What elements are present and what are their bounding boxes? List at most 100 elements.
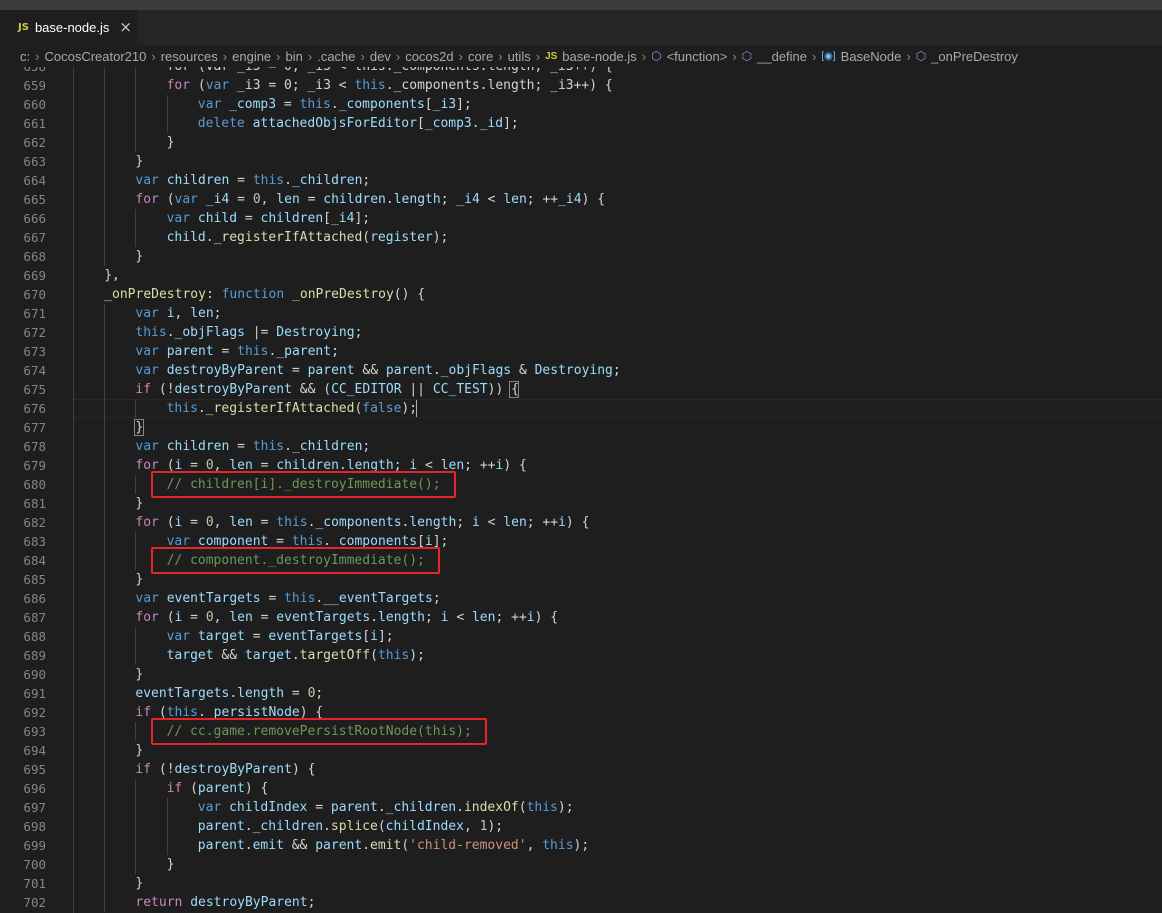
code-token: } (135, 667, 144, 682)
code-line[interactable]: 701} (0, 874, 1162, 893)
code-line[interactable]: 672 this._objFlags |= Destroying; (0, 323, 1162, 342)
code-line[interactable]: 658 for (var _i3 = 0; _i3 < this._compone… (0, 67, 1162, 76)
code-line[interactable]: 663} (0, 152, 1162, 171)
code-line[interactable]: 688 var target = eventTargets[i]; (0, 627, 1162, 646)
indent-guide (104, 551, 106, 570)
breadcrumb-item[interactable]: c: (20, 49, 30, 64)
code-token: . (244, 819, 253, 834)
breadcrumb-item[interactable]: ⬡ __define (742, 49, 807, 64)
breadcrumb-item[interactable]: core (468, 49, 493, 64)
breadcrumb-item[interactable]: utils (508, 49, 531, 64)
code-line[interactable]: 671 var i, len; (0, 304, 1162, 323)
code-token: _i3 (432, 97, 457, 112)
code-line[interactable]: 676 this._registerIfAttached(false); (0, 399, 1162, 418)
breadcrumb-item[interactable]: ⬡ <function> (651, 49, 727, 64)
code-line[interactable]: 687 for (i = 0, len = eventTargets.length… (0, 608, 1162, 627)
code-editor[interactable]: 658for (var _i3 = 0; _i3 < this._compone… (0, 67, 1162, 913)
indent-guide (73, 513, 74, 532)
code-token: ) { (503, 458, 527, 473)
code-token: _objFlags (174, 325, 245, 340)
code-line[interactable]: 700} (0, 855, 1162, 874)
indent-guide (73, 209, 74, 228)
code-line[interactable]: 696 if (parent) { (0, 779, 1162, 798)
code-text: }, (104, 266, 120, 285)
code-token: } (135, 249, 144, 264)
code-token: || (401, 382, 433, 397)
close-icon[interactable]: × (119, 20, 132, 35)
code-line[interactable]: 690} (0, 665, 1162, 684)
code-line[interactable]: 668} (0, 247, 1162, 266)
code-line[interactable]: 682 for (i = 0, len = this._components.le… (0, 513, 1162, 532)
code-text: if (!destroyByParent && (CC_EDITOR || CC… (135, 380, 519, 399)
code-line[interactable]: 697 var childIndex = parent._children.ind… (0, 798, 1162, 817)
code-text: parent._children.splice(childIndex, 1); (198, 817, 503, 836)
indent-guide (73, 817, 74, 836)
breadcrumb-item[interactable]: cocos2d (405, 49, 453, 64)
breadcrumb-item[interactable]: resources (161, 49, 218, 64)
code-text: var children = this._children; (135, 437, 370, 456)
chevron-right-icon: › (360, 48, 365, 64)
indent-guide (135, 722, 137, 741)
code-line[interactable]: 665 for (var _i4 = 0, len = children.leng… (0, 190, 1162, 209)
code-line[interactable]: 677} (0, 418, 1162, 437)
code-text: parent.emit && parent.emit('child-remove… (198, 836, 589, 855)
code-line[interactable]: 660 var _comp3 = this._components[_i3]; (0, 95, 1162, 114)
code-token: parent (166, 344, 214, 359)
indent-guide (135, 627, 137, 646)
code-token: _i4 (205, 192, 230, 207)
code-line[interactable]: 691 eventTargets.length = 0; (0, 684, 1162, 703)
code-line[interactable]: 698 parent._children.splice(childIndex, 1… (0, 817, 1162, 836)
code-text: for (var _i3 = 0; _i3 < this._components… (167, 67, 613, 76)
indent-guide (135, 817, 137, 836)
code-line[interactable]: 702 return destroyByParent; (0, 893, 1162, 912)
code-token: if (135, 705, 152, 720)
indent-guide (73, 836, 74, 855)
indent-guide (104, 67, 106, 76)
breadcrumb-item[interactable]: JS base-node.js (545, 49, 637, 64)
tab-base-node-js[interactable]: JS base-node.js × (0, 10, 137, 45)
code-line[interactable]: 686 var eventTargets = this.__eventTarget… (0, 589, 1162, 608)
breadcrumb-item[interactable]: CocosCreator210 (44, 49, 146, 64)
code-line[interactable]: 695 if (!destroyByParent) { (0, 760, 1162, 779)
breadcrumb-item[interactable]: engine (232, 49, 271, 64)
breadcrumb-item[interactable]: bin (286, 49, 303, 64)
code-token: (! (151, 762, 175, 777)
code-token: _components (338, 97, 425, 112)
indent-guide (135, 836, 137, 855)
line-number: 678 (23, 439, 46, 454)
code-token: ); (487, 819, 504, 834)
code-line[interactable]: 662} (0, 133, 1162, 152)
chevron-right-icon: › (276, 48, 281, 64)
breadcrumb-label: engine (232, 48, 272, 64)
code-line[interactable]: 664 var children = this._children; (0, 171, 1162, 190)
code-line[interactable]: 659 for (var _i3 = 0; _i3 < this._compone… (0, 76, 1162, 95)
code-token: ; (425, 610, 441, 625)
code-line[interactable]: 674 var destroyByParent = parent && paren… (0, 361, 1162, 380)
code-token: Destroying (276, 325, 355, 340)
line-number: 701 (23, 876, 46, 891)
breadcrumb-item[interactable]: ⬡ _onPreDestroy (916, 49, 1018, 64)
breadcrumb-item[interactable]: dev (370, 49, 391, 64)
code-token: } (135, 154, 144, 169)
code-line[interactable]: 669}, (0, 266, 1162, 285)
code-line[interactable]: 667 child._registerIfAttached(register); (0, 228, 1162, 247)
code-line[interactable]: 673 var parent = this._parent; (0, 342, 1162, 361)
code-line[interactable]: 678 var children = this._children; (0, 437, 1162, 456)
code-token: , (174, 306, 191, 321)
code-token: length (393, 192, 441, 207)
code-line[interactable]: 689 target && target.targetOff(this); (0, 646, 1162, 665)
code-line[interactable]: 666 var child = children[_i4]; (0, 209, 1162, 228)
breadcrumb-item[interactable]: .cache (317, 49, 355, 64)
line-number: 668 (23, 249, 46, 264)
code-text: var i, len; (135, 304, 221, 323)
code-token: ; ++ (526, 515, 559, 530)
indent-guide (73, 741, 74, 760)
code-line[interactable]: 675 if (!destroyByParent && (CC_EDITOR ||… (0, 380, 1162, 399)
code-token: eventTargets (135, 686, 230, 701)
code-line[interactable]: 699 parent.emit && parent.emit('child-rem… (0, 836, 1162, 855)
code-line[interactable]: 670 _onPreDestroy: function _onPreDestroy… (0, 285, 1162, 304)
breadcrumb-item[interactable]: [◉] BaseNode (821, 49, 901, 64)
code-line[interactable]: 661 delete attachedObjsForEditor[_comp3._… (0, 114, 1162, 133)
